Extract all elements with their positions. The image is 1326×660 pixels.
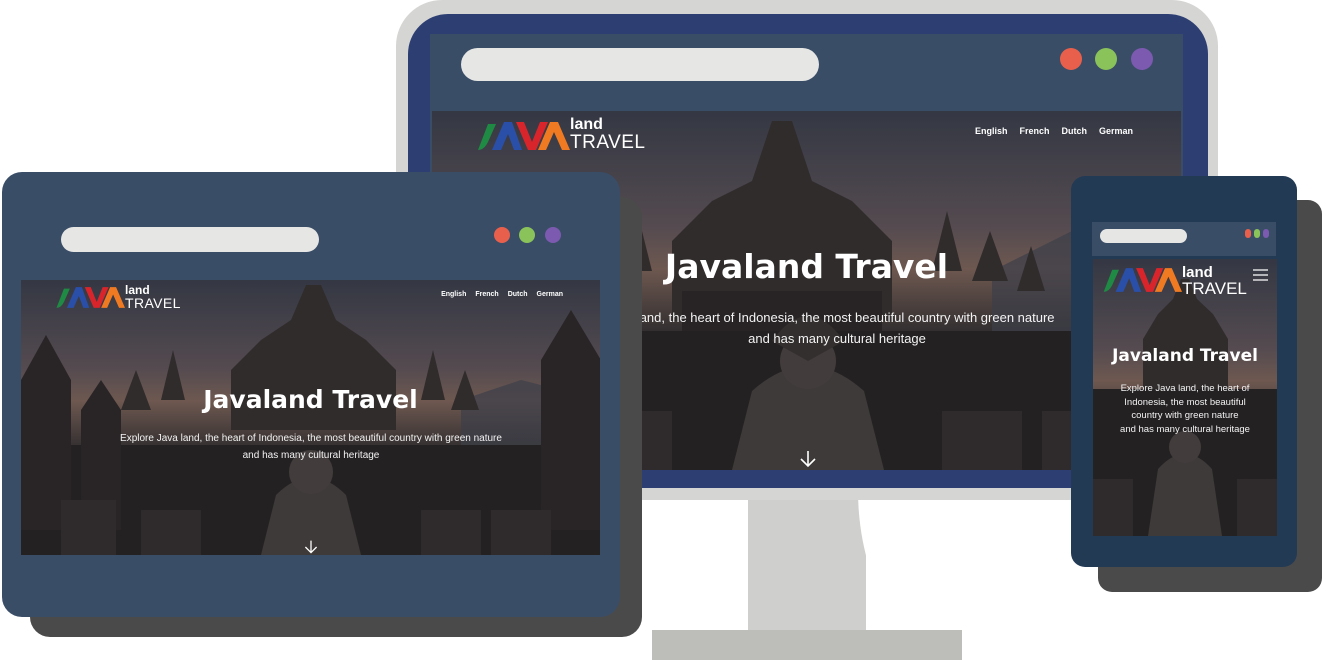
lang-german-link[interactable]: German — [1099, 126, 1133, 136]
monitor-stand-base — [652, 630, 962, 660]
phone-maximize-dot[interactable] — [1263, 229, 1269, 238]
lang-french-link[interactable]: French — [475, 291, 498, 298]
hero-subtitle: Explore Java land, the heart of Indonesi… — [1093, 382, 1277, 436]
lang-english-link[interactable]: English — [441, 291, 466, 298]
monitor-close-dot[interactable] — [1060, 48, 1082, 70]
tablet-maximize-dot[interactable] — [545, 227, 561, 243]
hero-subtitle: Explore Java land, the heart of Indonesi… — [120, 433, 502, 461]
lang-german-link[interactable]: German — [537, 291, 563, 298]
arrow-down-icon[interactable] — [303, 539, 319, 555]
phone-address-bar[interactable] — [1100, 229, 1187, 243]
logo-travel-text: TRAVEL — [570, 132, 646, 153]
language-nav: English French Dutch German — [975, 126, 1133, 136]
logo[interactable]: land TRAVEL — [476, 117, 646, 152]
javaland-logo-mark-icon — [478, 122, 570, 150]
monitor-maximize-dot[interactable] — [1131, 48, 1153, 70]
phone-hero-section: land TRAVEL Javaland Travel Explore Java… — [1093, 259, 1277, 536]
hero-title: Javaland Travel — [203, 385, 418, 414]
arrow-down-icon[interactable] — [798, 449, 818, 469]
monitor-minimize-dot[interactable] — [1095, 48, 1117, 70]
phone-minimize-dot[interactable] — [1254, 229, 1260, 238]
hamburger-menu-icon[interactable] — [1253, 269, 1268, 281]
logo-travel-text: TRAVEL — [1182, 279, 1247, 298]
tablet-minimize-dot[interactable] — [519, 227, 535, 243]
javaland-logo-mark-icon — [56, 287, 125, 308]
hero-subtitle-line: country with green nature — [1131, 410, 1239, 421]
lang-dutch-link[interactable]: Dutch — [508, 291, 528, 298]
lang-english-link[interactable]: English — [975, 126, 1008, 136]
hero-subtitle: va land, the heart of Indonesia, the mos… — [619, 310, 1055, 346]
logo-land-text: land — [1182, 264, 1213, 281]
monitor-stand-curve-right — [858, 490, 938, 640]
logo[interactable]: land TRAVEL — [55, 284, 181, 310]
hero-subtitle-line: and has many cultural heritage — [1120, 423, 1250, 435]
lang-french-link[interactable]: French — [1019, 126, 1049, 136]
tablet-close-dot[interactable] — [494, 227, 510, 243]
phone-close-dot[interactable] — [1245, 229, 1251, 238]
tablet-address-bar[interactable] — [61, 227, 319, 252]
logo-travel-text: TRAVEL — [125, 295, 181, 311]
logo[interactable]: land TRAVEL — [1102, 263, 1247, 297]
logo-land-text: land — [570, 116, 603, 133]
monitor-stand-neck — [748, 490, 866, 640]
hero-title: Javaland Travel — [1112, 346, 1258, 366]
language-nav: English French Dutch German — [441, 291, 563, 298]
hero-subtitle-line: Indonesia, the most beautiful — [1124, 396, 1246, 408]
tablet-hero-section: land TRAVEL English French Dutch German … — [21, 280, 600, 555]
monitor-address-bar[interactable] — [461, 48, 819, 81]
monitor-stand-curve-left — [668, 490, 748, 640]
hero-subtitle-line: Explore Java land, the heart of — [1120, 383, 1250, 394]
javaland-logo-mark-icon — [1103, 268, 1182, 292]
lang-dutch-link[interactable]: Dutch — [1061, 126, 1087, 136]
